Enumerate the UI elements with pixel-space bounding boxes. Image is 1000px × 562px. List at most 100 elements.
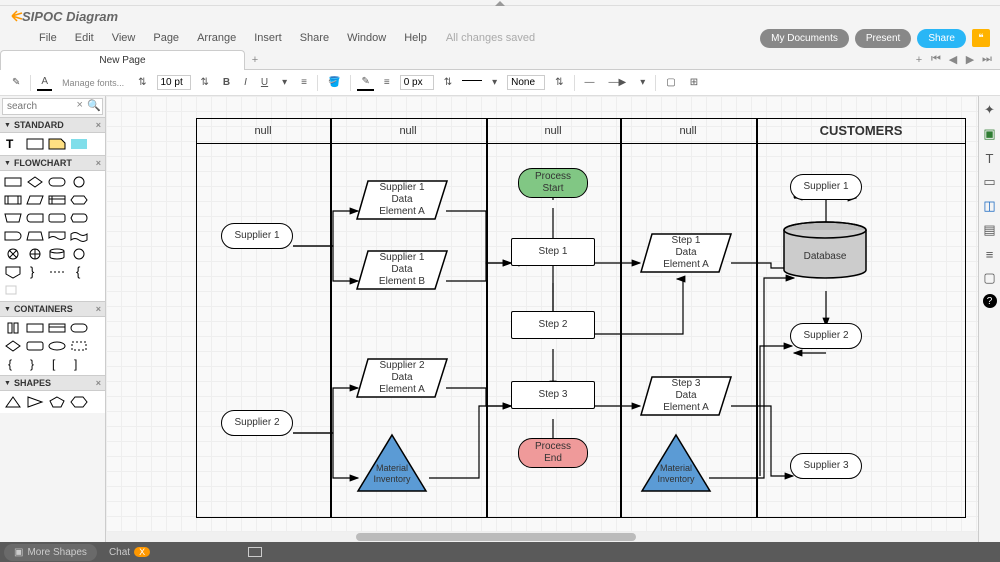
rside-text-icon[interactable]: T	[982, 150, 998, 166]
fill-color-icon[interactable]: 🪣	[324, 75, 344, 90]
menu-file[interactable]: File	[30, 29, 66, 47]
arrow-start-select[interactable]: —	[581, 75, 599, 90]
menu-window[interactable]: Window	[338, 29, 395, 47]
more-shapes-button[interactable]: ▣ More Shapes	[4, 544, 97, 561]
bold-button[interactable]: B	[219, 75, 234, 90]
fc-manual[interactable]	[3, 210, 23, 226]
rside-sparkle-icon[interactable]: ✦	[982, 102, 998, 118]
line-style-down-icon[interactable]: ▾	[488, 75, 501, 90]
material-inventory-2[interactable]: Material Inventory	[640, 433, 712, 493]
fc-delay[interactable]	[3, 228, 23, 244]
fc-brace-r[interactable]: }	[25, 264, 45, 280]
fc-offpage[interactable]	[3, 264, 23, 280]
col-header-1[interactable]: null	[196, 118, 330, 144]
nav-next-icon[interactable]: ▶	[963, 53, 977, 67]
arrow-down-icon[interactable]: ▾	[636, 75, 649, 90]
supplier2-node[interactable]: Supplier 2	[221, 410, 293, 436]
image-button[interactable]: ▢	[662, 75, 679, 90]
shape-text[interactable]: T	[3, 136, 23, 152]
arrow-end-select[interactable]: —▶	[605, 75, 631, 90]
fc-circle[interactable]	[69, 174, 89, 190]
chat-button[interactable]: ChatX	[101, 544, 158, 561]
sh-hex[interactable]	[69, 394, 89, 410]
nav-first-icon[interactable]: ⏮	[929, 53, 943, 67]
menu-help[interactable]: Help	[395, 29, 436, 47]
fc-storage[interactable]	[25, 210, 45, 226]
ct-9[interactable]: {	[3, 356, 23, 372]
process-start[interactable]: Process Start	[518, 168, 588, 198]
step3-element-a[interactable]: Step 3 Data Element A	[640, 376, 732, 416]
menu-view[interactable]: View	[103, 29, 145, 47]
nav-plus-button[interactable]: +	[912, 53, 926, 67]
supplier1-node[interactable]: Supplier 1	[221, 223, 293, 249]
table-button[interactable]: ⊞	[686, 75, 702, 90]
align-button[interactable]: ≡	[297, 75, 311, 90]
menu-arrange[interactable]: Arrange	[188, 29, 245, 47]
paint-format-icon[interactable]: ✎	[8, 75, 24, 90]
line-style-select[interactable]	[462, 80, 482, 85]
nav-last-icon[interactable]: ⏭	[980, 53, 994, 67]
fc-conn[interactable]	[69, 246, 89, 262]
font-size-input[interactable]	[157, 75, 191, 90]
col-header-3[interactable]: null	[486, 118, 620, 144]
fc-blank[interactable]	[3, 282, 23, 298]
col-header-4[interactable]: null	[620, 118, 756, 144]
fc-hex[interactable]	[69, 192, 89, 208]
underline-button[interactable]: U	[257, 75, 272, 90]
ct-1[interactable]	[3, 320, 23, 336]
line-color-icon[interactable]: ✎	[357, 74, 373, 91]
fc-brace-l[interactable]: {	[69, 264, 89, 280]
mydocuments-button[interactable]: My Documents	[760, 29, 849, 48]
sh-pent[interactable]	[47, 394, 67, 410]
step1-element-a[interactable]: Step 1 Data Element A	[640, 233, 732, 273]
sh-tri-r[interactable]	[25, 394, 45, 410]
fc-db[interactable]	[47, 246, 67, 262]
menu-insert[interactable]: Insert	[245, 29, 291, 47]
rside-page-icon[interactable]: ▭	[982, 174, 998, 190]
palette-header-shapes[interactable]: ▼SHAPES×	[0, 375, 105, 391]
page-tab[interactable]: New Page	[0, 50, 245, 70]
menu-edit[interactable]: Edit	[66, 29, 103, 47]
add-tab-button[interactable]: +	[245, 50, 265, 69]
nav-prev-icon[interactable]: ◀	[946, 53, 960, 67]
horizontal-scrollbar[interactable]	[106, 532, 978, 542]
process-end[interactable]: Process End	[518, 438, 588, 468]
more-text-icon[interactable]: ▾	[278, 75, 291, 90]
rside-layers-icon[interactable]: ◫	[982, 198, 998, 214]
share-button[interactable]: Share	[917, 29, 966, 48]
ct-2[interactable]	[25, 320, 45, 336]
present-button[interactable]: Present	[855, 29, 911, 48]
fc-trap[interactable]	[25, 228, 45, 244]
col-header-5[interactable]: CUSTOMERS	[756, 118, 966, 144]
ct-10[interactable]: }	[25, 356, 45, 372]
search-icon[interactable]: 🔍	[87, 99, 102, 114]
palette-header-flowchart[interactable]: ▼FLOWCHART×	[0, 155, 105, 171]
fc-decision[interactable]	[25, 174, 45, 190]
step1[interactable]: Step 1	[511, 238, 595, 266]
search-clear-icon[interactable]: ×	[73, 99, 87, 114]
font-family-select[interactable]: Manage fonts...	[58, 76, 128, 90]
s1-element-b[interactable]: Supplier 1 Data Element B	[356, 250, 448, 290]
fc-sum[interactable]	[3, 246, 23, 262]
ct-7[interactable]	[47, 338, 67, 354]
line-width-icon[interactable]: ≡	[380, 75, 394, 90]
ct-8[interactable]	[69, 338, 89, 354]
ct-6[interactable]	[25, 338, 45, 354]
fc-dash[interactable]	[47, 264, 67, 280]
shape-fill[interactable]	[69, 136, 89, 152]
search-input[interactable]	[3, 99, 73, 114]
palette-header-containers[interactable]: ▼CONTAINERS×	[0, 301, 105, 317]
palette-header-standard[interactable]: ▼STANDARD×	[0, 117, 105, 133]
cust-supplier1[interactable]: Supplier 1	[790, 174, 862, 200]
fc-terminator[interactable]	[47, 174, 67, 190]
sipoc-diagram[interactable]: null null null null CUSTOMERS	[196, 118, 966, 538]
cust-supplier3[interactable]: Supplier 3	[790, 453, 862, 479]
step3[interactable]: Step 3	[511, 381, 595, 409]
step2[interactable]: Step 2	[511, 311, 595, 339]
col-header-2[interactable]: null	[330, 118, 486, 144]
fill-select[interactable]	[507, 75, 545, 90]
fc-rounded[interactable]	[47, 210, 67, 226]
font-color-icon[interactable]: A	[37, 74, 52, 91]
font-size-updown-icon[interactable]: ⇅	[197, 75, 213, 90]
status-window-icon[interactable]	[248, 547, 262, 557]
